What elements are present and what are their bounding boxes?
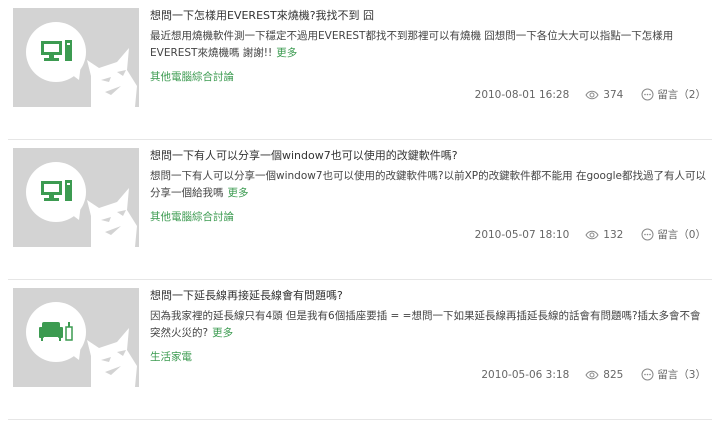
post-title[interactable]: 想問一下延長線再接延長線會有問題嗎? (150, 287, 343, 303)
post-thumbnail[interactable] (13, 8, 139, 107)
post-meta: 2010-08-01 16:28 374 留言（2） (475, 87, 706, 102)
post-thumbnail[interactable] (13, 288, 139, 387)
post-feed: 想問一下怎樣用EVEREST來燒機?我找不到 囧 最近想用燒機軟件測一下穩定不過… (0, 0, 720, 422)
view-count-value: 825 (603, 368, 624, 381)
computer-icon (26, 162, 137, 247)
post-date: 2010-05-06 3:18 (481, 368, 570, 381)
post-item: 想問一下延長線再接延長線會有問題嗎? 因為我家裡的延長線只有4頭 但是我有6個插… (0, 280, 720, 420)
post-category[interactable]: 生活家電 (150, 349, 192, 364)
computer-icon (26, 22, 137, 107)
comment-bubble-icon (641, 368, 654, 381)
eye-icon (585, 230, 599, 239)
comment-link[interactable]: 留言（0） (641, 227, 706, 242)
view-count: 132 (585, 229, 623, 241)
post-item: 想問一下怎樣用EVEREST來燒機?我找不到 囧 最近想用燒機軟件測一下穩定不過… (0, 0, 720, 140)
post-excerpt: 想問一下有人可以分享一個window7也可以使用的改鍵軟件嗎?以前XP的改鍵軟件… (150, 168, 710, 202)
comment-link[interactable]: 留言（3） (641, 367, 706, 382)
post-excerpt: 最近想用燒機軟件測一下穩定不過用EVEREST都找不到那裡可以有燒機 囧想問一下… (150, 28, 710, 62)
post-title[interactable]: 想問一下有人可以分享一個window7也可以使用的改鍵軟件嗎? (150, 147, 458, 163)
post-category[interactable]: 其他電腦綜合討論 (150, 69, 234, 84)
post-excerpt: 因為我家裡的延長線只有4頭 但是我有6個插座要插 = =想問一下如果延長線再插延… (150, 308, 710, 342)
eye-icon (585, 370, 599, 379)
view-count: 374 (585, 89, 623, 101)
post-thumbnail[interactable] (13, 148, 139, 247)
post-excerpt-text: 最近想用燒機軟件測一下穩定不過用EVEREST都找不到那裡可以有燒機 囧想問一下… (150, 30, 674, 59)
eye-icon (585, 90, 599, 99)
post-meta: 2010-05-06 3:18 825 留言（3） (481, 367, 706, 382)
view-count-value: 374 (603, 88, 624, 101)
comment-count-label: 留言（3） (657, 369, 706, 381)
more-link[interactable]: 更多 (228, 187, 249, 199)
sofa-icon (26, 302, 137, 387)
post-item: 想問一下有人可以分享一個window7也可以使用的改鍵軟件嗎? 想問一下有人可以… (0, 140, 720, 280)
post-date: 2010-08-01 16:28 (474, 88, 570, 101)
comment-link[interactable]: 留言（2） (641, 87, 706, 102)
more-link[interactable]: 更多 (212, 327, 233, 339)
comment-count-label: 留言（2） (657, 89, 706, 101)
comment-bubble-icon (641, 228, 654, 241)
view-count-value: 132 (603, 228, 624, 241)
comment-bubble-icon (641, 88, 654, 101)
post-category[interactable]: 其他電腦綜合討論 (150, 209, 234, 224)
post-divider (8, 419, 712, 420)
post-meta: 2010-05-07 18:10 132 留言（0） (475, 227, 706, 242)
view-count: 825 (585, 369, 623, 381)
comment-count-label: 留言（0） (657, 229, 706, 241)
post-date: 2010-05-07 18:10 (474, 228, 570, 241)
post-title[interactable]: 想問一下怎樣用EVEREST來燒機?我找不到 囧 (150, 7, 374, 23)
more-link[interactable]: 更多 (276, 47, 297, 59)
